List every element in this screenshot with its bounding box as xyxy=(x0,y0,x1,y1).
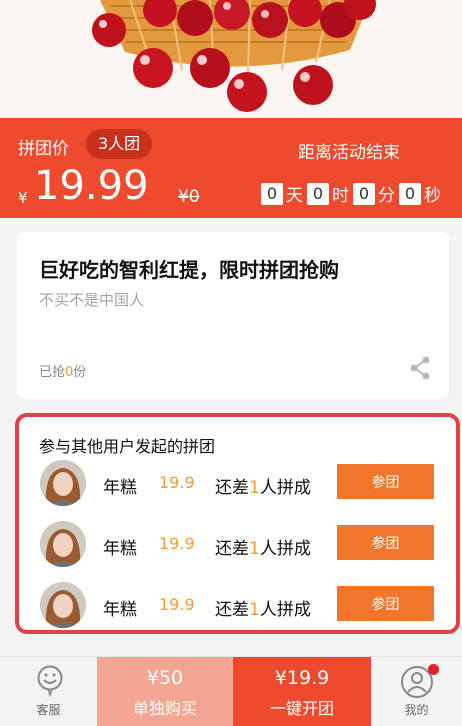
need-suffix: 人拼成 xyxy=(259,539,311,559)
group-size-badge: 3人团 xyxy=(86,129,153,159)
join-group-button[interactable]: 参团 xyxy=(337,586,434,621)
countdown-seconds-unit: 秒 xyxy=(424,186,441,206)
need-suffix: 人拼成 xyxy=(259,600,311,620)
countdown-days: 0 xyxy=(261,182,283,205)
need-prefix: 还差 xyxy=(215,478,249,498)
countdown-timer: 0 天 0 时 0 分 0 秒 xyxy=(261,181,445,206)
countdown-label: 距离活动结束 xyxy=(298,143,400,163)
countdown-hours: 0 xyxy=(307,182,329,205)
need-count: 1 xyxy=(249,478,260,498)
product-image xyxy=(0,0,462,118)
group-row-price: 19.9 xyxy=(159,473,195,492)
solo-action-label: 单独购买 xyxy=(132,699,197,718)
group-start-price: ¥19.9 xyxy=(274,667,330,689)
group-row-price: 19.9 xyxy=(159,534,195,553)
avatar xyxy=(40,521,86,567)
avatar xyxy=(40,460,86,506)
join-group-panel: 参与其他用户发起的拼团 年糕 19.9 还差1人拼成 参团 年糕 19.9 还差… xyxy=(15,413,460,634)
countdown-seconds: 0 xyxy=(399,182,421,205)
my-profile-label: 我的 xyxy=(404,703,429,717)
product-subtitle: 不买不是中国人 xyxy=(39,291,145,309)
sold-count: 已抢0份 xyxy=(39,361,86,380)
join-group-title: 参与其他用户发起的拼团 xyxy=(39,437,216,456)
need-prefix: 还差 xyxy=(215,600,249,620)
customer-service-label: 客服 xyxy=(36,703,61,717)
share-icon[interactable] xyxy=(409,356,431,380)
user-name: 年糕 xyxy=(103,478,137,498)
start-group-button[interactable]: ¥19.9 一键开团 xyxy=(233,657,371,726)
buy-alone-button[interactable]: ¥50 单独购买 xyxy=(97,657,233,726)
sold-suffix: 份 xyxy=(73,365,87,380)
group-price-bar: 拼团价 3人团 ¥ 19.99 ¥0 距离活动结束 0 天 0 时 0 分 0 … xyxy=(0,118,462,218)
remaining-needed: 还差1人拼成 xyxy=(215,595,311,620)
avatar xyxy=(40,582,86,628)
group-price-label: 拼团价 xyxy=(18,139,69,159)
my-profile-button[interactable]: 我的 xyxy=(371,657,462,726)
user-name: 年糕 xyxy=(103,539,137,559)
countdown-hours-unit: 时 xyxy=(332,186,349,206)
smile-service-icon xyxy=(37,665,63,698)
group-row: 年糕 19.9 还差1人拼成 参团 xyxy=(19,521,456,571)
need-count: 1 xyxy=(249,600,260,620)
countdown-minutes: 0 xyxy=(353,182,375,205)
product-title: 巨好吃的智利红提，限时拼团抢购 xyxy=(39,258,339,282)
group-row-price: 19.9 xyxy=(159,595,195,614)
group-row: 年糕 19.9 还差1人拼成 参团 xyxy=(19,582,456,632)
need-prefix: 还差 xyxy=(215,539,249,559)
notification-dot xyxy=(428,664,439,675)
solo-price: ¥50 xyxy=(146,667,184,689)
sold-prefix: 已抢 xyxy=(39,365,66,380)
need-count: 1 xyxy=(249,539,260,559)
customer-service-button[interactable]: 客服 xyxy=(0,657,97,726)
original-price: ¥0 xyxy=(178,187,200,207)
user-name: 年糕 xyxy=(103,600,137,620)
join-group-button[interactable]: 参团 xyxy=(337,464,434,499)
bottom-action-bar: 客服 ¥50 单独购买 ¥19.9 一键开团 我的 xyxy=(0,656,462,726)
countdown-days-unit: 天 xyxy=(286,186,303,206)
need-suffix: 人拼成 xyxy=(259,478,311,498)
group-row: 年糕 19.9 还差1人拼成 参团 xyxy=(19,460,456,510)
countdown-minutes-unit: 分 xyxy=(378,186,395,206)
remaining-needed: 还差1人拼成 xyxy=(215,473,311,498)
group-start-label: 一键开团 xyxy=(269,699,334,718)
join-group-button[interactable]: 参团 xyxy=(337,525,434,560)
currency-symbol: ¥ xyxy=(18,189,28,207)
product-info-card: 巨好吃的智利红提，限时拼团抢购 不买不是中国人 已抢0份 xyxy=(17,232,449,399)
group-price: 19.99 xyxy=(34,163,149,209)
remaining-needed: 还差1人拼成 xyxy=(215,534,311,559)
